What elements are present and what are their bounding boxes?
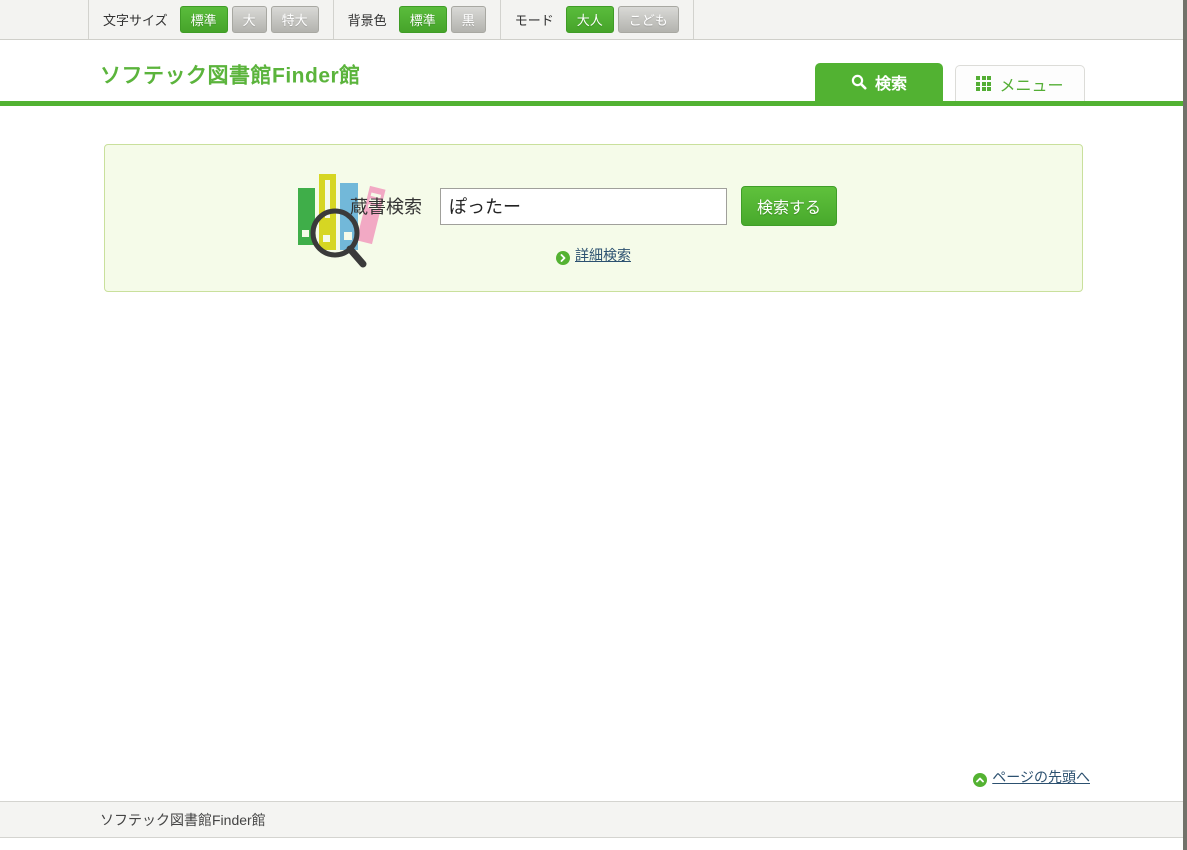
menu-grid-icon [976, 76, 991, 91]
header-tabs: 検索 メニュー [815, 63, 1085, 101]
font-size-label: 文字サイズ [103, 10, 168, 29]
background-color-label: 背景色 [348, 10, 387, 29]
font-size-standard-button[interactable]: 標準 [180, 6, 228, 33]
advanced-search-link[interactable]: 詳細検索 [575, 247, 631, 263]
search-input[interactable] [440, 188, 727, 225]
mode-group: モード 大人 こども [501, 0, 693, 39]
search-icon [851, 74, 867, 90]
font-size-xlarge-button[interactable]: 特大 [271, 6, 319, 33]
main-content: 蔵書検索 検索する 詳細検索 ページの先頭へ [0, 144, 1187, 801]
tab-menu-label: メニュー [999, 72, 1063, 96]
page-top-link[interactable]: ページの先頭へ [992, 769, 1090, 785]
toolbar-divider [693, 0, 694, 39]
chevron-up-circle-icon [973, 773, 987, 787]
tab-search-label: 検索 [875, 70, 907, 94]
accessibility-toolbar: 文字サイズ 標準 大 特大 背景色 標準 黒 モード 大人 こども [0, 0, 1187, 40]
bg-black-button[interactable]: 黒 [451, 6, 486, 33]
bg-standard-button[interactable]: 標準 [399, 6, 447, 33]
site-footer: ソフテック図書館Finder館 [0, 801, 1187, 838]
window-edge [1183, 0, 1187, 850]
advanced-search-row: 詳細検索 [105, 245, 1082, 265]
site-title: ソフテック図書館Finder館 [100, 59, 361, 89]
font-size-group: 文字サイズ 標準 大 特大 [89, 0, 333, 39]
chevron-right-circle-icon [556, 251, 570, 265]
search-row: 蔵書検索 検索する [105, 186, 1082, 226]
mode-kids-button[interactable]: こども [618, 6, 679, 33]
site-header: ソフテック図書館Finder館 検索 メニュー [0, 40, 1187, 101]
mode-adult-button[interactable]: 大人 [566, 6, 614, 33]
catalog-search-label: 蔵書検索 [350, 193, 422, 219]
tab-search[interactable]: 検索 [815, 63, 943, 101]
background-color-group: 背景色 標準 黒 [334, 0, 500, 39]
search-submit-button[interactable]: 検索する [741, 186, 837, 226]
footer-site-name: ソフテック図書館Finder館 [100, 810, 266, 830]
page-top-row: ページの先頭へ [973, 767, 1090, 787]
catalog-search-panel: 蔵書検索 検索する 詳細検索 [104, 144, 1083, 292]
font-size-large-button[interactable]: 大 [232, 6, 267, 33]
toolbar-spacer [0, 0, 88, 39]
mode-label: モード [515, 10, 554, 29]
tab-menu[interactable]: メニュー [955, 65, 1085, 101]
header-accent-bar [0, 101, 1187, 106]
